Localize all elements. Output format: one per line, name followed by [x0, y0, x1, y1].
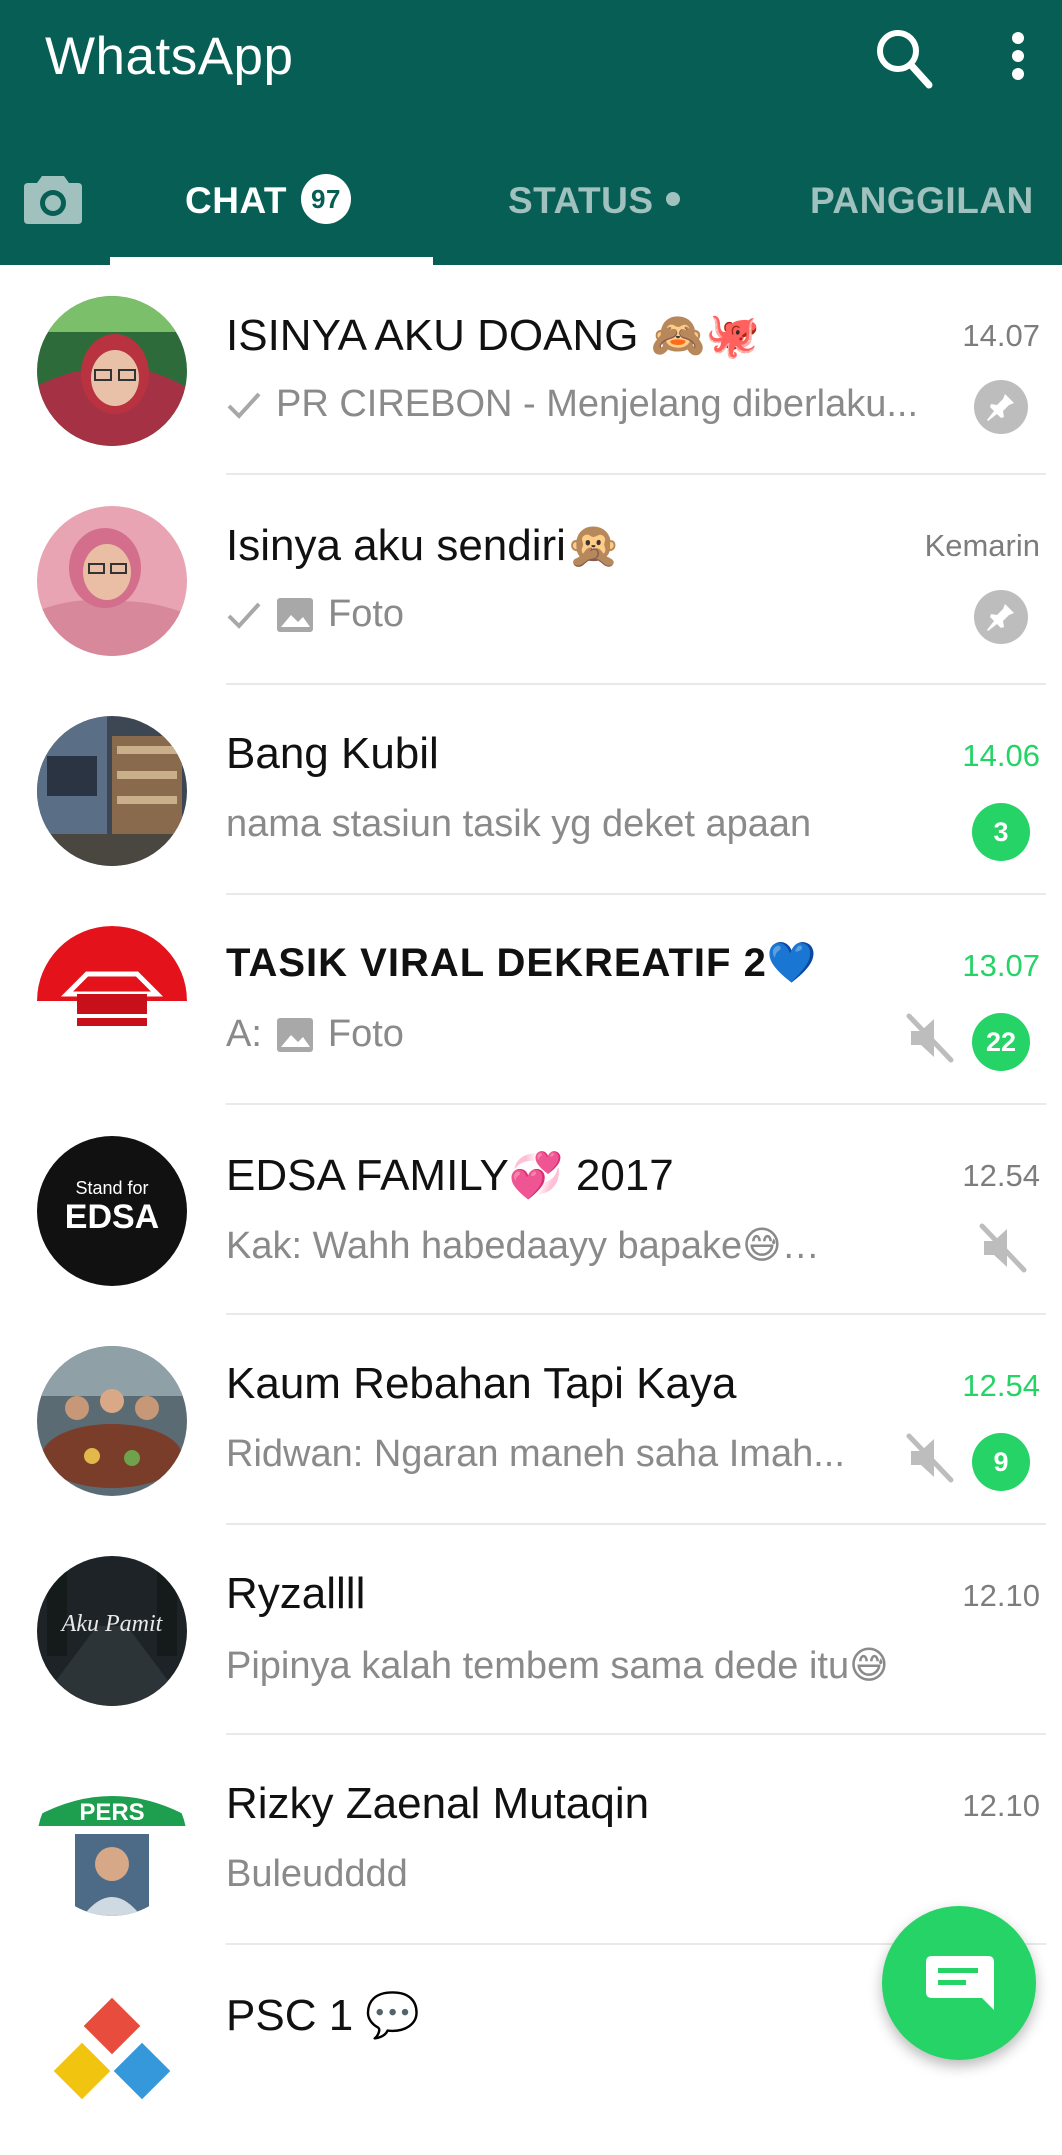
avatar-text: Stand for [75, 1178, 148, 1198]
chat-name: EDSA FAMILY💞 2017 [226, 1151, 674, 1200]
chat-time: 12.54 [962, 1368, 1040, 1403]
tab-chat[interactable]: CHAT 97 [185, 174, 352, 226]
chat-time: 14.06 [962, 738, 1040, 773]
chat-preview: nama stasiun tasik yg deket apaan [226, 803, 866, 846]
unread-count-badge: 3 [972, 803, 1030, 861]
avatar[interactable] [37, 1346, 187, 1496]
chat-row[interactable]: Kaum Rebahan Tapi Kaya 12.54 Ridwan: Nga… [0, 1315, 1062, 1525]
muted-speaker-icon [906, 1433, 954, 1483]
photo-icon [276, 1017, 313, 1052]
avatar[interactable]: Stand for EDSA [37, 1136, 187, 1286]
chat-preview-text: Pipinya kalah tembem sama dede itu😅 [226, 1645, 889, 1687]
chat-time: Kemarin [924, 528, 1040, 563]
active-tab-indicator [110, 257, 433, 265]
avatar-text: Aku Pamit [60, 1611, 164, 1637]
new-status-dot [665, 192, 680, 207]
chat-preview-text: Buleudddd [226, 1853, 408, 1895]
chat-row[interactable]: Isinya aku sendiri🙊 Kemarin Foto [0, 475, 1062, 685]
avatar[interactable]: Aku Pamit [37, 1556, 187, 1706]
new-chat-icon [926, 1956, 994, 2010]
search-icon[interactable] [873, 26, 933, 90]
chat-row[interactable]: TASIK VIRAL DEKREATIF 2💙 13.07 A: Foto 2… [0, 895, 1062, 1105]
sent-check-icon [227, 392, 261, 419]
chat-time: 14.07 [962, 318, 1040, 353]
muted-speaker-icon [906, 1013, 954, 1063]
chat-name: TASIK VIRAL DEKREATIF 2💙 [226, 941, 818, 985]
tab-status[interactable]: STATUS [508, 176, 680, 226]
tab-bar: CHAT 97 STATUS PANGGILAN [0, 150, 1062, 265]
chat-name: Ryzallll [226, 1569, 366, 1618]
chat-preview: Pipinya kalah tembem sama dede itu😅 [226, 1643, 946, 1688]
avatar-text: PERS [79, 1799, 144, 1826]
chat-name: ISINYA AKU DOANG 🙈🐙 [226, 311, 761, 360]
sender-prefix: A: [226, 1013, 262, 1055]
photo-icon [277, 597, 313, 632]
muted-speaker-icon [979, 1223, 1027, 1273]
new-chat-button[interactable] [882, 1906, 1036, 2060]
chat-row[interactable]: Aku Pamit Ryzallll 12.10 Pipinya kalah t… [0, 1525, 1062, 1735]
chat-name: Bang Kubil [226, 729, 439, 778]
tab-status-label: STATUS [508, 180, 654, 221]
app-bar: WhatsApp CHAT 97 STATUS PANGGILAN [0, 0, 1062, 265]
avatar[interactable]: PERS [37, 1766, 187, 1916]
chat-preview-text: Foto [328, 593, 405, 635]
more-vert-icon[interactable] [1000, 30, 1036, 82]
chat-row[interactable]: Stand for EDSA EDSA FAMILY💞 2017 12.54 K… [0, 1105, 1062, 1315]
avatar[interactable] [37, 716, 187, 866]
sent-check-icon [227, 602, 261, 629]
chat-time: 12.10 [962, 1578, 1040, 1613]
unread-count-badge: 22 [972, 1013, 1030, 1071]
chat-name: Kaum Rebahan Tapi Kaya [226, 1359, 737, 1408]
chat-preview: Ridwan: Ngaran maneh saha Imah... [226, 1433, 866, 1476]
chat-time: 13.07 [962, 948, 1040, 983]
avatar[interactable] [37, 296, 187, 446]
chat-preview-text: nama stasiun tasik yg deket apaan [226, 803, 812, 845]
chat-preview: Foto [226, 593, 946, 636]
chat-name: Rizky Zaenal Mutaqin [226, 1779, 650, 1828]
chat-preview: A: Foto [226, 1013, 866, 1056]
unread-count-badge: 9 [972, 1433, 1030, 1491]
avatar[interactable] [37, 926, 187, 1076]
chat-time: 12.10 [962, 1788, 1040, 1823]
chat-name: PSC 1 💬 [226, 1991, 421, 2040]
chat-row[interactable]: Bang Kubil 14.06 nama stasiun tasik yg d… [0, 685, 1062, 895]
chat-time: 12.54 [962, 1158, 1040, 1193]
avatar[interactable] [37, 506, 187, 656]
app-title: WhatsApp [45, 27, 294, 86]
chat-row[interactable]: PERS Rizky Zaenal Mutaqin 12.10 Buleuddd… [0, 1735, 1062, 1945]
chat-preview: Kak: Wahh habedaayy bapake😅🥳 @... [226, 1223, 866, 1268]
avatar[interactable] [37, 1976, 187, 2126]
tab-calls[interactable]: PANGGILAN [810, 176, 1034, 226]
chat-preview-text: PR CIREBON - Menjelang diberlaku... [276, 383, 919, 425]
pin-icon [974, 590, 1028, 644]
tab-calls-label: PANGGILAN [810, 180, 1034, 221]
chat-preview-text: Foto [327, 1013, 404, 1055]
chat-preview: Buleudddd [226, 1853, 946, 1896]
tab-chat-label: CHAT [185, 180, 288, 221]
chat-row[interactable]: ISINYA AKU DOANG 🙈🐙 14.07 PR CIREBON - M… [0, 265, 1062, 475]
camera-icon[interactable] [22, 170, 84, 226]
chat-preview-text: Kak: Wahh habedaayy bapake😅🥳 @... [226, 1225, 866, 1267]
chat-name: Isinya aku sendiri🙊 [226, 521, 621, 570]
avatar-text: EDSA [65, 1198, 159, 1236]
chat-preview: PR CIREBON - Menjelang diberlaku... [226, 383, 946, 426]
unread-chats-badge: 97 [301, 174, 352, 225]
chat-preview-text: Ridwan: Ngaran maneh saha Imah... [226, 1433, 845, 1475]
pin-icon [974, 380, 1028, 434]
